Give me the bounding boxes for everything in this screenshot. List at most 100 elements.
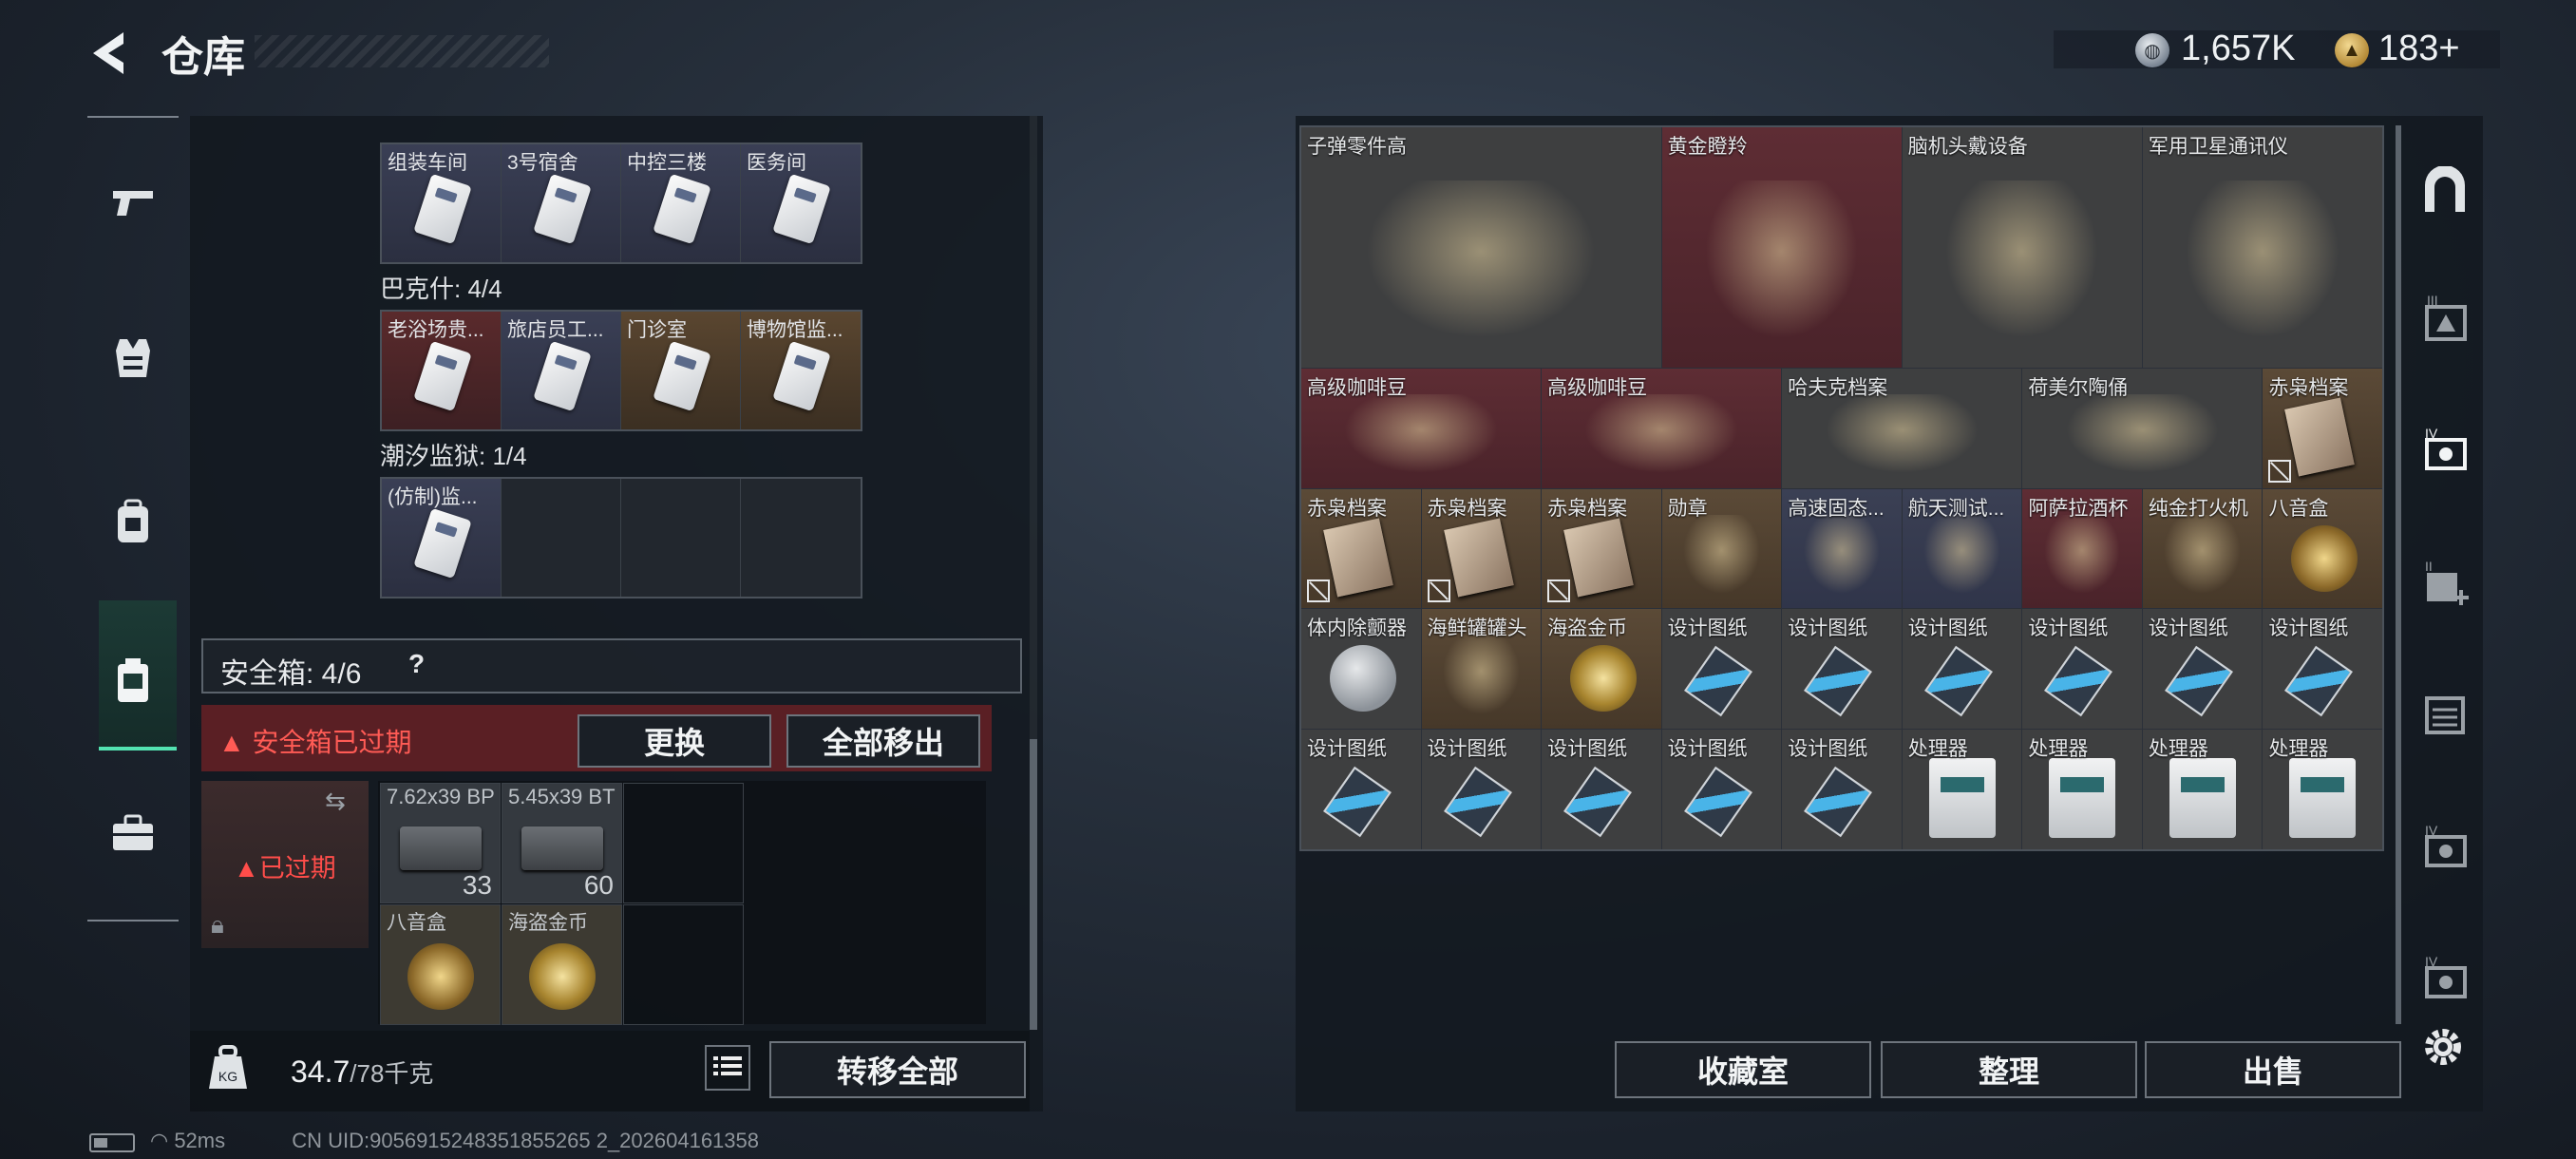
- level4-loadout-icon[interactable]: IV: [2413, 418, 2477, 483]
- transfer-all-button[interactable]: 转移全部: [769, 1041, 1026, 1098]
- stash-item[interactable]: 设计图纸: [1661, 730, 1782, 849]
- stash-item[interactable]: 设计图纸: [1782, 609, 1902, 730]
- safe-slot-empty[interactable]: [623, 783, 744, 903]
- replace-button[interactable]: 更换: [578, 714, 771, 768]
- level4-loadout-icon[interactable]: IV: [2413, 946, 2477, 1011]
- stash-item[interactable]: 高级咖啡豆: [1301, 368, 1542, 488]
- stash-item[interactable]: 设计图纸: [2142, 609, 2263, 730]
- stash-item[interactable]: 设计图纸: [1301, 730, 1421, 849]
- safe-slot-empty[interactable]: [623, 904, 744, 1025]
- stash-item[interactable]: 子弹零件高: [1301, 127, 1661, 368]
- stash-item[interactable]: 勋章: [1661, 488, 1782, 609]
- key-slot-empty[interactable]: [502, 479, 621, 597]
- stash-item[interactable]: 设计图纸: [1661, 609, 1782, 730]
- swap-icon[interactable]: ⇆: [325, 787, 346, 816]
- gear-icon[interactable]: [2420, 1024, 2466, 1070]
- key-card[interactable]: 中控三楼: [621, 144, 741, 262]
- stash-item[interactable]: 海盗金币: [1542, 609, 1661, 730]
- nav-armor[interactable]: [87, 308, 179, 412]
- key-slot-empty[interactable]: [741, 479, 861, 597]
- stash-item[interactable]: 设计图纸: [1902, 609, 2022, 730]
- key-card[interactable]: (仿制)监...: [382, 479, 502, 597]
- safe-item[interactable]: 5.45x39 BT 60: [502, 783, 622, 903]
- nav-weapons[interactable]: [87, 152, 179, 256]
- silver-balance: 1,657K: [2181, 28, 2296, 68]
- stash-item-name: 纯金打火机: [2148, 497, 2248, 520]
- stash-item[interactable]: 高级咖啡豆: [1542, 368, 1782, 488]
- collection-room-button[interactable]: 收藏室: [1615, 1041, 1871, 1098]
- stash-item[interactable]: 赤枭档案: [1301, 488, 1421, 609]
- silver-coin-icon: ◍: [2135, 33, 2169, 67]
- move-all-out-button[interactable]: 全部移出: [786, 714, 980, 768]
- stash-item[interactable]: 处理器: [1902, 730, 2022, 849]
- stash-item[interactable]: 高速固态...: [1782, 488, 1902, 609]
- level3-loadout-icon[interactable]: III: [2413, 287, 2477, 352]
- stash-item[interactable]: 设计图纸: [1421, 730, 1542, 849]
- stash-item[interactable]: 纯金打火机: [2142, 488, 2263, 609]
- sort-button[interactable]: 整理: [1881, 1041, 2137, 1098]
- stash-item[interactable]: 处理器: [2142, 730, 2263, 849]
- stash-tab-icon[interactable]: [2413, 160, 2477, 224]
- key-card[interactable]: 组装车间: [382, 144, 502, 262]
- safe-item[interactable]: 7.62x39 BP 33: [380, 783, 501, 903]
- svg-text:IV: IV: [2425, 823, 2438, 838]
- inventory-scroll-thumb[interactable]: [1030, 739, 1037, 1030]
- stash-item[interactable]: 海鲜罐罐头: [1421, 609, 1542, 730]
- key-card-grid: 老浴场贵... 旅店员工... 门诊室 博物馆监...: [380, 310, 862, 431]
- key-slot-empty[interactable]: [621, 479, 741, 597]
- safe-item[interactable]: 海盗金币: [502, 904, 622, 1025]
- stash-item[interactable]: 八音盒: [2263, 488, 2382, 609]
- key-card[interactable]: 老浴场贵...: [382, 312, 502, 429]
- sell-button[interactable]: 出售: [2145, 1041, 2401, 1098]
- stash-item[interactable]: 处理器: [2263, 730, 2382, 849]
- key-card[interactable]: 医务间: [741, 144, 861, 262]
- safe-expired-tag-text: 已过期: [258, 854, 336, 883]
- key-card[interactable]: 旅店员工...: [502, 312, 621, 429]
- keycard-icon: [533, 340, 592, 412]
- stash-item[interactable]: 设计图纸: [1542, 730, 1661, 849]
- processor-icon: [2289, 758, 2357, 839]
- stash-scrollbar[interactable]: [2396, 125, 2401, 1024]
- stash-item[interactable]: 体内除颤器: [1301, 609, 1421, 730]
- help-icon[interactable]: ?: [408, 649, 443, 683]
- carry-weight-current: 34.7: [291, 1054, 350, 1089]
- stash-item[interactable]: 哈夫克档案: [1782, 368, 2022, 488]
- add-loadout-icon[interactable]: II: [2413, 553, 2477, 618]
- stash-item[interactable]: 黄金瞪羚: [1661, 127, 1902, 368]
- stash-item[interactable]: 设计图纸: [2022, 609, 2142, 730]
- stash-item-name: 处理器: [2028, 738, 2089, 761]
- stash-item[interactable]: 脑机头戴设备: [1902, 127, 2142, 368]
- stash-item[interactable]: 航天测试...: [1902, 488, 2022, 609]
- stash-item-name: 赤枭档案: [1307, 497, 1387, 520]
- page-title: 仓库: [161, 34, 245, 81]
- back-arrow-icon[interactable]: [84, 27, 137, 80]
- gold-balance[interactable]: 183+: [2378, 28, 2460, 69]
- loadout-list-icon[interactable]: [2413, 680, 2477, 745]
- nav-safe-box[interactable]: [87, 631, 179, 735]
- file-icon: [1563, 518, 1634, 597]
- stash-item[interactable]: 赤枭档案: [1421, 488, 1542, 609]
- item-icon: [1945, 180, 2099, 339]
- key-card[interactable]: 博物馆监...: [741, 312, 861, 429]
- ammo-name: 5.45x39 BT: [508, 785, 616, 808]
- nav-backpack[interactable]: [87, 471, 179, 576]
- not-found-in-raid-icon: [2268, 459, 2292, 483]
- list-view-button[interactable]: [705, 1045, 750, 1091]
- stash-item-name: 航天测试...: [1907, 497, 2005, 520]
- stash-item[interactable]: 赤枭档案: [1542, 488, 1661, 609]
- key-card[interactable]: 3号宿舍: [502, 144, 621, 262]
- key-card[interactable]: 门诊室: [621, 312, 741, 429]
- stash-item[interactable]: 处理器: [2022, 730, 2142, 849]
- level4-loadout-icon[interactable]: IV: [2413, 815, 2477, 880]
- stash-item[interactable]: 阿萨拉酒杯: [2022, 488, 2142, 609]
- safe-item[interactable]: 八音盒: [380, 904, 501, 1025]
- stash-item[interactable]: 设计图纸: [2263, 609, 2382, 730]
- stash-item-name: 赤枭档案: [1547, 497, 1628, 520]
- blueprint-icon: [1563, 766, 1633, 838]
- nav-case[interactable]: [87, 783, 179, 887]
- file-icon: [2284, 397, 2356, 477]
- stash-item[interactable]: 设计图纸: [1782, 730, 1902, 849]
- stash-item[interactable]: 荷美尔陶俑: [2022, 368, 2263, 488]
- stash-item[interactable]: 赤枭档案: [2263, 368, 2382, 488]
- stash-item[interactable]: 军用卫星通讯仪: [2142, 127, 2382, 368]
